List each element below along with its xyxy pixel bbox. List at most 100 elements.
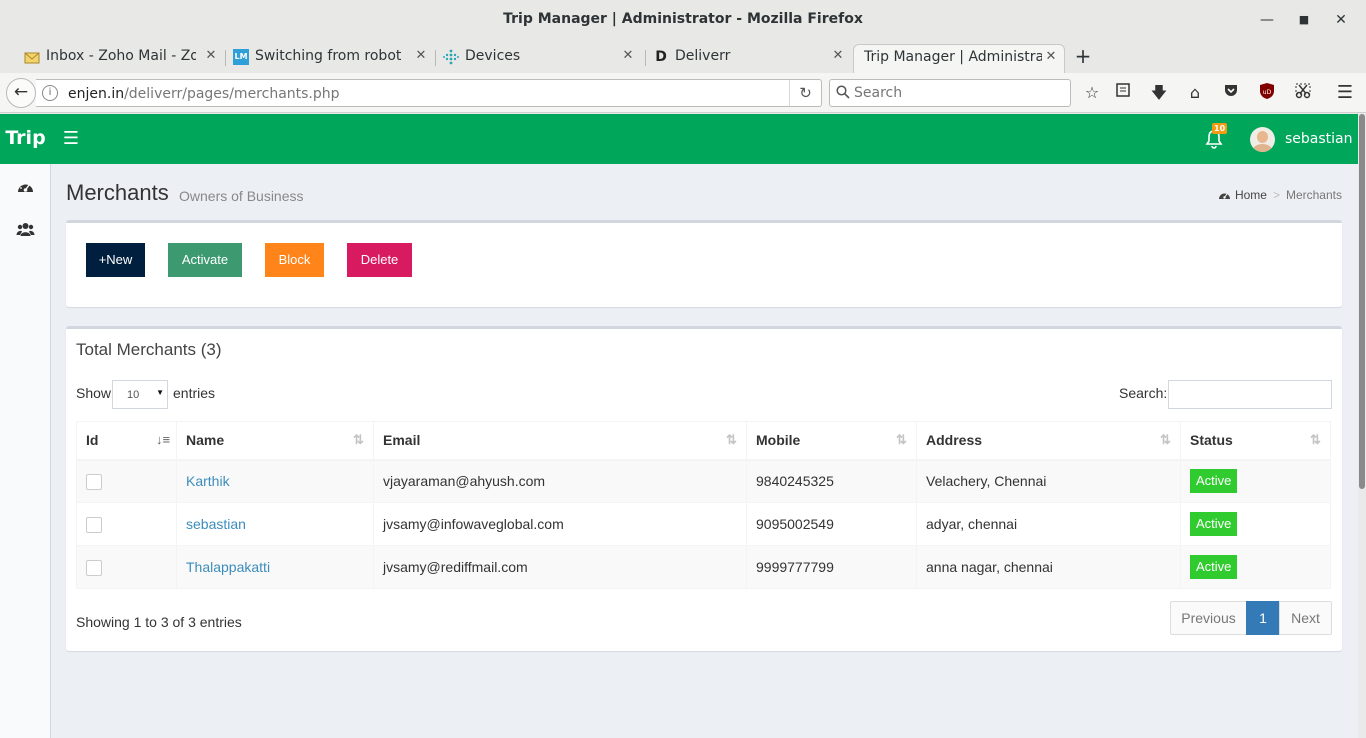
- breadcrumb: Home > Merchants: [1218, 188, 1342, 202]
- info-icon[interactable]: i: [42, 85, 58, 101]
- user-name[interactable]: sebastian: [1285, 131, 1353, 147]
- activate-button[interactable]: Activate: [168, 243, 242, 277]
- column-header-id[interactable]: Id ↓≡: [76, 421, 177, 461]
- page-scrollbar[interactable]: [1358, 114, 1366, 738]
- sort-icon[interactable]: ⇅: [1160, 433, 1172, 447]
- window-titlebar: Trip Manager | Administrator - Mozilla F…: [0, 0, 1366, 40]
- tab-devices[interactable]: Devices ✕: [443, 44, 635, 73]
- navigation-bar: ← i enjen.in/deliverr/pages/merchants.ph…: [0, 73, 1366, 113]
- sort-icon[interactable]: ⇅: [1310, 433, 1322, 447]
- users-icon[interactable]: [16, 220, 35, 239]
- pocket-icon[interactable]: [1220, 82, 1242, 104]
- status-badge[interactable]: Active: [1190, 555, 1238, 579]
- dots-icon: [443, 49, 459, 65]
- breadcrumb-home-link[interactable]: Home: [1235, 188, 1267, 202]
- delete-button[interactable]: Delete: [347, 243, 412, 277]
- mail-icon: [24, 49, 40, 65]
- name-cell: Thalappakatti: [176, 545, 374, 589]
- block-button[interactable]: Block: [265, 243, 324, 277]
- sort-icon[interactable]: ⇅: [726, 433, 738, 447]
- sort-ascending-icon[interactable]: ↓≡: [156, 433, 170, 447]
- notification-count-badge: 10: [1212, 123, 1228, 134]
- tab-deliverr[interactable]: D Deliverr ✕: [653, 44, 845, 73]
- menu-icon[interactable]: ☰: [1334, 82, 1356, 104]
- merchants-table: Id ↓≡ Name ⇅ Email ⇅ Mobile ⇅ Address ⇅ Statu…: [76, 421, 1331, 589]
- table-row: Karthik vjayaraman@ahyush.com 9840245325…: [76, 459, 1331, 503]
- bookmark-star-icon[interactable]: ☆: [1081, 82, 1103, 104]
- dropdown-arrow-icon: ▼: [156, 388, 164, 397]
- next-page-button[interactable]: Next: [1279, 601, 1332, 635]
- download-icon[interactable]: 🡇: [1148, 82, 1170, 104]
- close-tab-icon[interactable]: ✕: [414, 48, 428, 63]
- breadcrumb-separator: >: [1272, 188, 1280, 202]
- ublock-icon[interactable]: uD: [1256, 82, 1278, 104]
- close-tab-icon[interactable]: ✕: [204, 48, 218, 63]
- column-header-status[interactable]: Status ⇅: [1180, 421, 1331, 461]
- column-header-name[interactable]: Name ⇅: [176, 421, 374, 461]
- select-cell: [76, 502, 177, 546]
- tab-label: Inbox - Zoho Mail - Zoho: [46, 48, 196, 64]
- url-path: /deliverr/pages/merchants.php: [124, 86, 340, 102]
- tab-label: Deliverr: [675, 48, 731, 64]
- app-logo[interactable]: Trip: [0, 114, 51, 164]
- sidebar-toggle-icon[interactable]: ☰: [60, 129, 82, 149]
- column-header-address[interactable]: Address ⇅: [916, 421, 1181, 461]
- user-avatar[interactable]: [1250, 127, 1275, 152]
- merchant-name-link[interactable]: sebastian: [186, 516, 246, 532]
- status-cell: Active: [1180, 545, 1331, 589]
- column-header-email[interactable]: Email ⇅: [373, 421, 747, 461]
- dashboard-icon[interactable]: [16, 178, 35, 197]
- breadcrumb-current: Merchants: [1285, 188, 1342, 202]
- previous-page-button[interactable]: Previous: [1170, 601, 1247, 635]
- new-tab-button[interactable]: +: [1073, 44, 1093, 68]
- tab-inbox[interactable]: Inbox - Zoho Mail - Zoho ✕: [24, 44, 218, 73]
- dashboard-icon: [1218, 193, 1230, 199]
- back-button[interactable]: ←: [6, 78, 36, 108]
- merchant-name-link[interactable]: Karthik: [186, 473, 230, 489]
- sidebar: [0, 164, 51, 738]
- home-icon[interactable]: ⌂: [1184, 82, 1206, 104]
- avatar-face: [1257, 131, 1268, 143]
- status-badge[interactable]: Active: [1190, 512, 1238, 536]
- d-icon: D: [655, 49, 667, 65]
- tab-bar: Inbox - Zoho Mail - Zoho ✕ LM Switching …: [0, 40, 1366, 73]
- sort-icon[interactable]: ⇅: [896, 433, 908, 447]
- reload-icon[interactable]: ↻: [789, 80, 821, 106]
- select-cell: [76, 459, 177, 503]
- column-header-label: Id: [86, 432, 99, 449]
- maximize-button[interactable]: ■: [1294, 10, 1314, 30]
- minimize-button[interactable]: —: [1257, 10, 1277, 30]
- url-bar[interactable]: i enjen.in/deliverr/pages/merchants.php …: [36, 79, 822, 107]
- close-tab-icon[interactable]: ✕: [831, 48, 845, 63]
- sort-icon[interactable]: ⇅: [353, 433, 365, 447]
- url-text[interactable]: enjen.in/deliverr/pages/merchants.php: [68, 86, 340, 102]
- tab-trip-manager[interactable]: Trip Manager | Administrato ✕: [853, 44, 1065, 73]
- search-icon: [836, 85, 850, 99]
- page-number-button[interactable]: 1: [1246, 601, 1280, 635]
- status-badge[interactable]: Active: [1190, 469, 1238, 494]
- mobile-cell: 9840245325: [746, 459, 917, 503]
- scrollbar-thumb[interactable]: [1359, 114, 1365, 489]
- tab-label: Trip Manager | Administrato: [864, 49, 1042, 65]
- table-row: Thalappakatti jvsamy@rediffmail.com 9999…: [76, 545, 1331, 589]
- tab-switching[interactable]: LM Switching from robot sy ✕: [233, 44, 428, 73]
- close-tab-icon[interactable]: ✕: [621, 48, 635, 63]
- column-header-mobile[interactable]: Mobile ⇅: [746, 421, 917, 461]
- screenshot-icon[interactable]: [1292, 82, 1314, 104]
- page-length-select[interactable]: 10 ▼: [112, 380, 168, 409]
- row-checkbox[interactable]: [86, 473, 102, 490]
- reading-list-icon[interactable]: [1112, 82, 1134, 104]
- browser-search-box[interactable]: [829, 79, 1071, 107]
- row-checkbox[interactable]: [86, 516, 102, 533]
- show-label: Show: [76, 385, 112, 401]
- tab-label: Switching from robot sy: [255, 48, 406, 64]
- new-merchant-button[interactable]: +New: [86, 243, 145, 277]
- table-search-input[interactable]: [1168, 380, 1332, 409]
- merchant-name-link[interactable]: Thalappakatti: [186, 559, 270, 575]
- row-checkbox[interactable]: [86, 559, 102, 576]
- column-header-label: Email: [383, 432, 421, 449]
- browser-search-input[interactable]: [854, 83, 1064, 103]
- close-tab-icon[interactable]: ✕: [1044, 49, 1058, 64]
- merchants-box-title: Total Merchants (3): [76, 340, 222, 359]
- close-window-button[interactable]: ✕: [1331, 10, 1351, 30]
